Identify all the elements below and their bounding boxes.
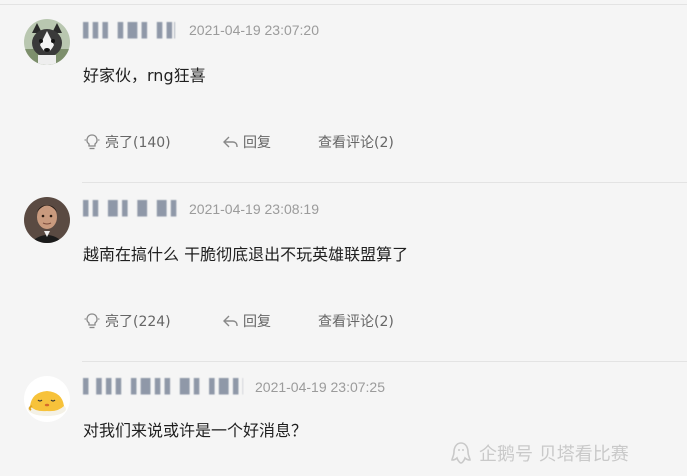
watermark-text: 企鹅号 贝塔看比赛 [479,444,629,465]
username[interactable]: ▌▌▐▌▌▐▌▐▌▌▐▐▐ [83,200,181,218]
lightbulb-icon [84,134,100,150]
username[interactable]: ▌ ▌▌▌▐▐▌▌▌▐▌▌▐▐▌▌▌ [83,378,243,396]
top-divider [0,4,687,5]
avatar[interactable] [24,376,70,422]
comment-actions: 亮了(140) 回复 查看评论(2) [83,131,394,153]
comment-divider [82,361,687,362]
gudetama-egg-avatar [24,376,70,422]
like-button[interactable]: 亮了(224) [83,311,221,331]
reply-arrow-icon [223,315,238,327]
penguin-icon [451,442,471,464]
lightbulb-icon [84,313,100,329]
reply-arrow-icon [223,136,238,148]
view-comments-label: 查看评论(2) [318,314,394,330]
reply-button[interactable]: 回复 [221,132,318,152]
view-comments-button[interactable]: 查看评论(2) [318,132,394,152]
view-comments-button[interactable]: 查看评论(2) [318,311,394,331]
ronaldo-photo-avatar [24,197,70,243]
reply-button[interactable]: 回复 [221,311,318,331]
comment-divider [82,182,687,183]
comment-actions: 亮了(224) 回复 查看评论(2) [83,310,394,332]
like-label: 亮了(224) [105,314,171,330]
reply-label: 回复 [243,314,271,330]
avatar[interactable] [24,197,70,243]
comment-time: 2021-04-19 23:07:25 [255,379,385,395]
comment-text: 越南在搞什么 干脆彻底退出不玩英雄联盟算了 [83,245,409,264]
like-button[interactable]: 亮了(140) [83,132,221,152]
comment-text: 好家伙，rng狂喜 [83,66,206,85]
like-label: 亮了(140) [105,135,171,151]
comment-text: 对我们来说或许是一个好消息？ [83,421,308,440]
watermark: 企鹅号 贝塔看比赛 [449,440,629,466]
comment-time: 2021-04-19 23:08:19 [189,201,319,217]
avatar[interactable] [24,19,70,65]
husky-dog-avatar [24,19,70,65]
comment-time: 2021-04-19 23:07:20 [189,22,319,38]
reply-label: 回复 [243,135,271,151]
view-comments-label: 查看评论(2) [318,135,394,151]
username[interactable]: ▌▌▌▐▐▌▌▐▐ ▌ ▐ [83,22,175,40]
